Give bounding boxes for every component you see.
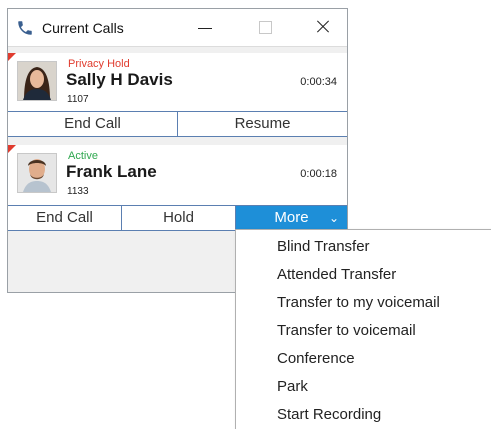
menu-item-park[interactable]: Park	[277, 373, 477, 401]
menu-item-attended-transfer[interactable]: Attended Transfer	[277, 261, 477, 289]
menu-item-blind-transfer[interactable]: Blind Transfer	[277, 233, 477, 261]
end-call-button[interactable]: End Call	[8, 206, 122, 230]
resume-button[interactable]: Resume	[178, 112, 347, 136]
caller-name: Frank Lane	[66, 162, 157, 181]
hold-button[interactable]: Hold	[122, 206, 236, 230]
avatar	[17, 61, 57, 101]
menu-item-transfer-voicemail[interactable]: Transfer to voicemail	[277, 317, 477, 345]
window-title: Current Calls	[42, 20, 124, 36]
close-button[interactable]	[308, 14, 338, 40]
chevron-down-icon: ⌄	[328, 211, 339, 225]
call-timer: 0:00:34	[300, 76, 337, 88]
menu-item-conference[interactable]: Conference	[277, 345, 477, 373]
maximize-button[interactable]	[250, 14, 280, 40]
call-status: Privacy Hold	[68, 58, 130, 70]
more-button-label: More	[274, 209, 309, 226]
more-button[interactable]: More ⌄	[236, 206, 347, 230]
call-status: Active	[68, 150, 98, 162]
caller-extension: 1107	[67, 94, 89, 105]
man-avatar-icon	[18, 154, 56, 192]
call-actions-sally: End Call Resume	[8, 111, 347, 137]
call-flag-icon	[8, 53, 16, 61]
call-flag-icon	[8, 145, 16, 153]
phone-icon	[18, 21, 32, 35]
menu-item-transfer-my-voicemail[interactable]: Transfer to my voicemail	[277, 289, 477, 317]
end-call-button[interactable]: End Call	[8, 112, 178, 136]
call-timer: 0:00:18	[300, 168, 337, 180]
woman-avatar-icon	[18, 62, 56, 100]
caller-extension: 1133	[67, 186, 89, 197]
minimize-button[interactable]	[190, 14, 220, 40]
title-bar[interactable]: Current Calls	[8, 9, 347, 47]
call-actions-frank: End Call Hold More ⌄	[8, 205, 347, 231]
avatar	[17, 153, 57, 193]
menu-item-start-recording[interactable]: Start Recording	[277, 401, 477, 429]
caller-name: Sally H Davis	[66, 70, 173, 89]
more-menu: Blind Transfer Attended Transfer Transfe…	[235, 229, 491, 429]
